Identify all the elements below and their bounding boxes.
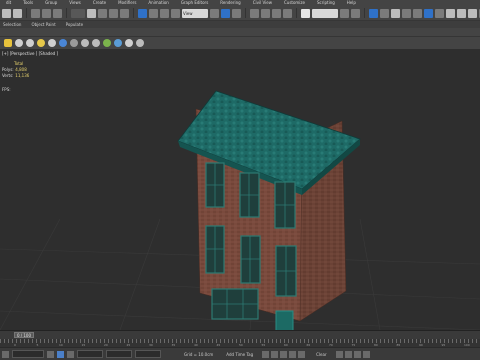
pivot-center-icon[interactable]: [210, 8, 219, 18]
container-filter-icon[interactable]: [125, 39, 133, 47]
perspective-viewport[interactable]: [+] [Perspective ] [Shaded ] Total Polys…: [0, 49, 480, 330]
time-slider[interactable]: 0 / 100: [0, 330, 480, 339]
layer-explorer-icon[interactable]: [380, 8, 389, 18]
track-bar[interactable]: 0 5 10 15 20 25 30 35 40 45 50 55 60 65 70 75 80 85 90 95 10…: [0, 339, 480, 347]
bone-filter-icon[interactable]: [103, 39, 111, 47]
previous-frame-icon[interactable]: [271, 350, 279, 358]
toolbar-separator: [296, 8, 297, 18]
time-slider-thumb[interactable]: 0 / 100: [14, 332, 34, 338]
render-production-icon[interactable]: [457, 8, 466, 18]
schematic-view-icon[interactable]: [413, 8, 422, 18]
window-crossing-icon[interactable]: [120, 8, 129, 18]
select-by-name-icon[interactable]: [98, 8, 107, 18]
toolbar-separator: [245, 8, 246, 18]
z-coordinate-field[interactable]: [135, 350, 161, 358]
pan-icon[interactable]: [353, 350, 361, 358]
mirror-icon[interactable]: [340, 8, 349, 18]
y-coordinate-field[interactable]: [106, 350, 132, 358]
stats-fps-label: FPS:: [2, 87, 11, 92]
viewport-label[interactable]: [+] [Perspective ] [Shaded ]: [2, 51, 58, 56]
toolbar-separator: [364, 8, 365, 18]
viewport-canvas: [0, 90, 480, 330]
undo-icon[interactable]: [2, 8, 11, 18]
snaps-toggle-icon[interactable]: [250, 8, 259, 18]
unlink-icon[interactable]: [42, 8, 51, 18]
selection-lock-icon[interactable]: [57, 350, 64, 358]
next-frame-icon[interactable]: [289, 350, 297, 358]
keyboard-shortcut-override-icon[interactable]: [232, 8, 241, 18]
reference-coordinate-value: View: [183, 10, 193, 16]
add-time-tag-button[interactable]: Add Time Tag: [226, 352, 253, 357]
select-manipulate-icon[interactable]: [221, 8, 230, 18]
xref-filter-icon[interactable]: [92, 39, 100, 47]
select-and-place-icon[interactable]: [171, 8, 180, 18]
shape-filter-icon[interactable]: [26, 39, 34, 47]
toolbar-separator: [26, 8, 27, 18]
select-and-rotate-icon[interactable]: [149, 8, 158, 18]
stats-verts-value: 11,136: [15, 73, 30, 78]
toolbar-separator: [66, 8, 67, 18]
stats-total-header: Total: [14, 61, 24, 66]
geometry-filter-icon[interactable]: [15, 39, 23, 47]
select-and-move-icon[interactable]: [138, 8, 147, 18]
spinner-snap-icon[interactable]: [283, 8, 292, 18]
building-model[interactable]: [177, 90, 361, 330]
ribbon-toggle-icon[interactable]: [391, 8, 400, 18]
render-in-cloud-icon[interactable]: [468, 8, 477, 18]
particle-filter-icon[interactable]: [114, 39, 122, 47]
maxscript-mini-listener[interactable]: [12, 350, 44, 358]
rendered-frame-window-icon[interactable]: [446, 8, 455, 18]
viewport-navigation-controls: [335, 350, 370, 358]
maxscript-listener-icon[interactable]: [2, 350, 9, 358]
folder-icon[interactable]: [4, 39, 12, 47]
named-selection-dropdown[interactable]: [312, 8, 338, 18]
bind-space-warp-icon[interactable]: [53, 8, 62, 18]
grid-size-text: Grid = 10.0cm: [184, 351, 214, 357]
go-to-end-icon[interactable]: [298, 350, 306, 358]
edit-named-selection-icon[interactable]: [301, 8, 310, 18]
select-and-scale-icon[interactable]: [160, 8, 169, 18]
percent-snap-icon[interactable]: [272, 8, 281, 18]
render-setup-icon[interactable]: [435, 8, 444, 18]
scene-explorer-toolbar: [0, 36, 480, 49]
scene-explorer-icon[interactable]: [369, 8, 378, 18]
toolbar-separator: [133, 8, 134, 18]
align-icon[interactable]: [351, 8, 360, 18]
absolute-mode-icon[interactable]: [67, 350, 74, 358]
curve-editor-icon[interactable]: [402, 8, 411, 18]
space-warp-filter-icon[interactable]: [70, 39, 78, 47]
isolate-selection-icon[interactable]: [47, 350, 54, 358]
key-mode-label[interactable]: Clear: [316, 352, 326, 357]
ribbon-panel: [0, 28, 480, 36]
status-bar: Grid = 10.0cm Add Time Tag Clear: [0, 347, 480, 360]
select-object-icon[interactable]: [87, 8, 96, 18]
helper-filter-icon[interactable]: [59, 39, 67, 47]
angle-snap-icon[interactable]: [261, 8, 270, 18]
lock-icon[interactable]: [136, 39, 144, 47]
stats-verts-label: Verts:: [2, 73, 14, 78]
camera-filter-icon[interactable]: [48, 39, 56, 47]
group-filter-icon[interactable]: [81, 39, 89, 47]
scene-statistics: Total Polys: 4,808 Verts: 11,136: [2, 61, 29, 79]
link-icon[interactable]: [31, 8, 40, 18]
material-editor-icon[interactable]: [424, 8, 433, 18]
light-filter-icon[interactable]: [37, 39, 45, 47]
zoom-all-icon[interactable]: [344, 350, 352, 358]
orbit-icon[interactable]: [362, 350, 370, 358]
zoom-icon[interactable]: [335, 350, 343, 358]
redo-icon[interactable]: [13, 8, 22, 18]
selection-filter-dropdown[interactable]: [71, 8, 85, 18]
front-door: [275, 310, 294, 330]
stats-polys-value: 4,808: [15, 67, 27, 72]
rectangular-selection-icon[interactable]: [109, 8, 118, 18]
ribbon-tabs: Selection Object Paint Populate: [0, 20, 480, 28]
playback-controls: [262, 350, 306, 358]
x-coordinate-field[interactable]: [77, 350, 103, 358]
main-toolbar: View: [0, 6, 480, 20]
reference-coordinate-dropdown[interactable]: View: [182, 8, 208, 18]
play-icon[interactable]: [280, 350, 288, 358]
go-to-start-icon[interactable]: [262, 350, 270, 358]
